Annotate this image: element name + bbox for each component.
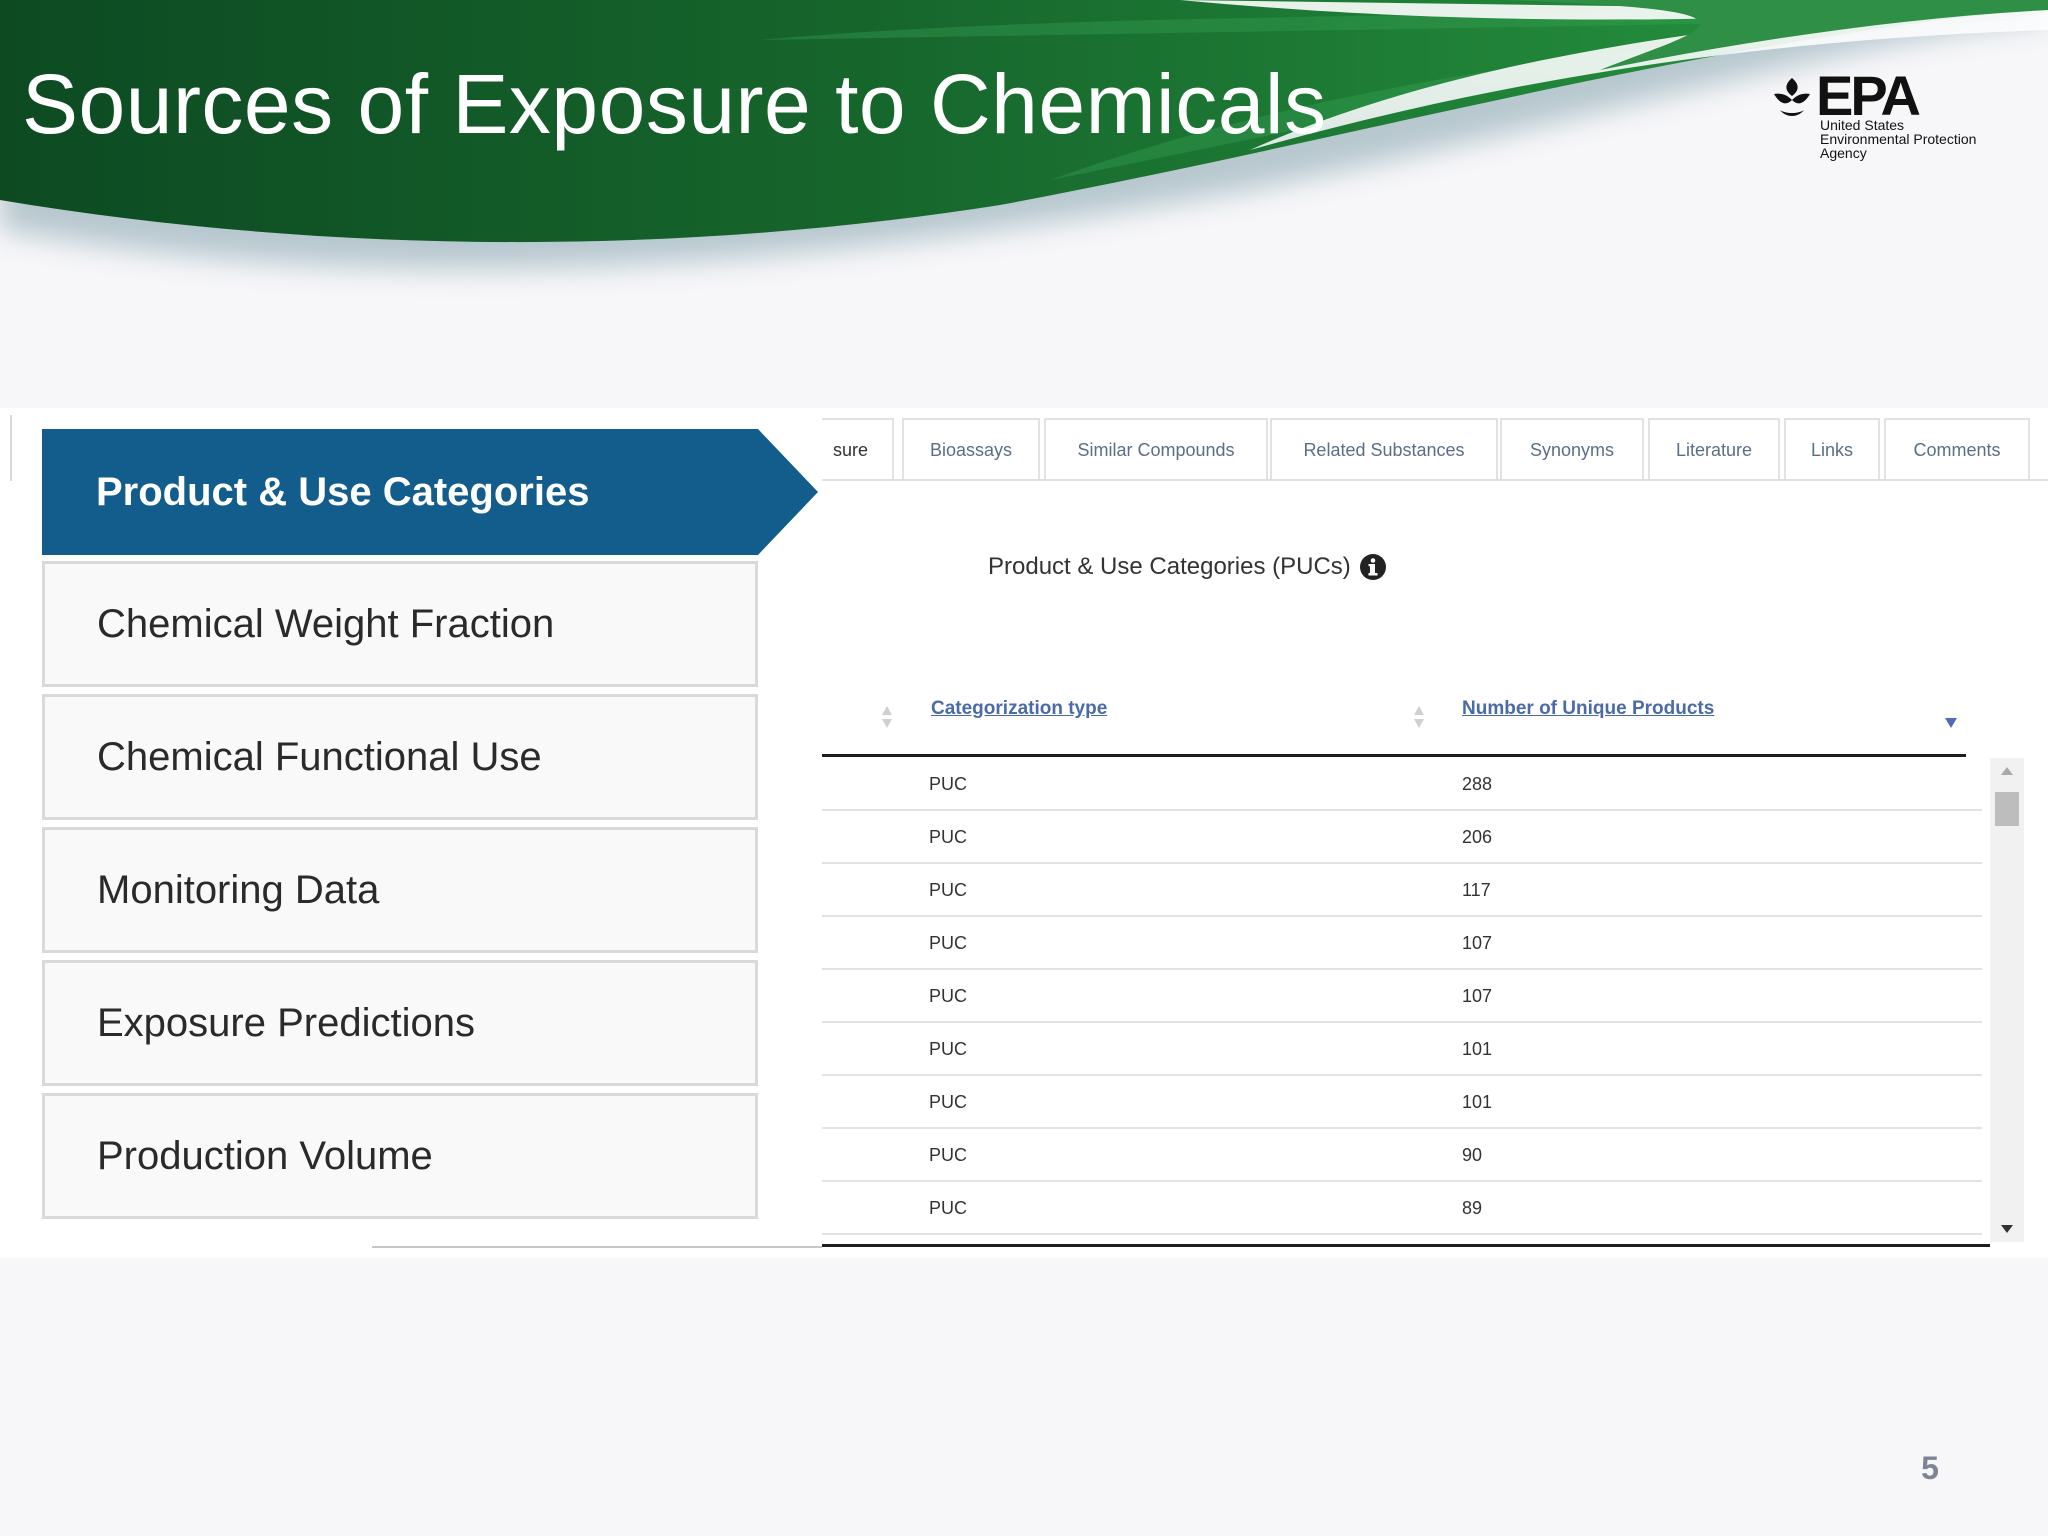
cell-categorization-type: PUC [929,1145,968,1165]
table-row[interactable]: PUC 89 [822,1182,1982,1235]
table-row[interactable]: PUC 206 [822,811,1982,864]
column-header-categorization-type[interactable]: Categorization type [931,698,1107,720]
cell-unique-products: 107 [1462,986,1493,1006]
nav-item-chemical-weight-fraction[interactable]: Chemical Weight Fraction [42,561,758,687]
nav-item-product-use-categories[interactable]: Product & Use Categories [42,429,818,555]
epa-subtitle-line1: United States [1820,117,1905,133]
nav-item-chemical-functional-use[interactable]: Chemical Functional Use [42,694,758,820]
sort-icon[interactable] [880,704,894,730]
table-row[interactable]: PUC 107 [822,970,1982,1023]
scroll-down-arrow-icon[interactable] [1990,1216,2024,1242]
nav-item-monitoring-data[interactable]: Monitoring Data [42,827,758,953]
cell-unique-products: 101 [1462,1092,1493,1112]
tab-bar: sure Bioassays Similar Compounds Related… [822,418,2048,480]
table-bottom-rule [822,1244,1990,1247]
cell-categorization-type: PUC [929,1198,968,1218]
epa-subtitle-line3: Agency [1820,145,1867,161]
epa-subtitle-line2: Environmental Protection [1820,131,1977,147]
cell-unique-products: 206 [1462,827,1493,847]
nav-item-exposure-predictions[interactable]: Exposure Predictions [42,960,758,1086]
scroll-up-arrow-icon[interactable] [1990,758,2024,784]
sort-icon[interactable] [1412,704,1426,730]
table-header: Categorization type Number of Unique Pro… [822,690,1966,756]
tab-similar-compounds[interactable]: Similar Compounds [1044,418,1268,480]
cell-categorization-type: PUC [929,933,968,953]
slide-page-number: 5 [1921,1450,1939,1486]
cell-unique-products: 117 [1462,880,1491,900]
cell-unique-products: 89 [1462,1198,1483,1218]
table-body: PUC 288 PUC 206 PUC 117 PUC 107 PUC 107 … [822,758,1982,1244]
epa-flower-icon [1774,78,1810,116]
scrollbar-thumb[interactable] [1995,792,2019,826]
table-header-rule [822,754,1966,757]
cell-categorization-type: PUC [929,1039,968,1059]
sort-descending-icon[interactable] [1944,704,1958,730]
info-circle-icon[interactable] [1359,553,1387,581]
cell-categorization-type: PUC [929,1092,968,1112]
cell-categorization-type: PUC [929,827,968,847]
cell-unique-products: 101 [1462,1039,1493,1059]
cell-unique-products: 107 [1462,933,1493,953]
table-row[interactable]: PUC 101 [822,1023,1982,1076]
table-row[interactable]: PUC 101 [822,1076,1982,1129]
table-row[interactable]: PUC 288 [822,758,1982,811]
nav-active-label: Product & Use Categories [96,469,590,514]
tab-comments[interactable]: Comments [1884,418,2030,480]
panel-bottom-divider [372,1246,822,1248]
section-heading-text: Product & Use Categories (PUCs) [988,553,1351,580]
cell-categorization-type: PUC [929,986,968,1006]
table-row[interactable]: PUC 117 [822,864,1982,917]
epa-logo: EPA United States Environmental Protecti… [1770,68,2010,168]
tab-exposure-partial[interactable]: sure [822,418,894,480]
table-row[interactable]: PUC 90 [822,1129,1982,1182]
tab-bioassays[interactable]: Bioassays [902,418,1040,480]
tab-bar-divider [822,479,2048,481]
table-scrollbar[interactable] [1990,758,2024,1242]
tab-synonyms[interactable]: Synonyms [1500,418,1644,480]
cell-unique-products: 288 [1462,774,1493,794]
tab-related-substances[interactable]: Related Substances [1270,418,1498,480]
epa-wordmark: EPA [1816,64,1921,127]
column-header-number-of-unique-products[interactable]: Number of Unique Products [1462,698,1714,720]
header-banner [0,0,2048,340]
cell-categorization-type: PUC [929,774,968,794]
section-heading: Product & Use Categories (PUCs) [988,550,1387,584]
tab-links[interactable]: Links [1784,418,1880,480]
slide-title: Sources of Exposure to Chemicals [22,57,1327,151]
panel-edge [10,415,12,481]
nav-item-production-volume[interactable]: Production Volume [42,1093,758,1219]
cell-unique-products: 90 [1462,1145,1483,1165]
table-row[interactable]: PUC 107 [822,917,1982,970]
tab-literature[interactable]: Literature [1648,418,1780,480]
cell-categorization-type: PUC [929,880,968,900]
